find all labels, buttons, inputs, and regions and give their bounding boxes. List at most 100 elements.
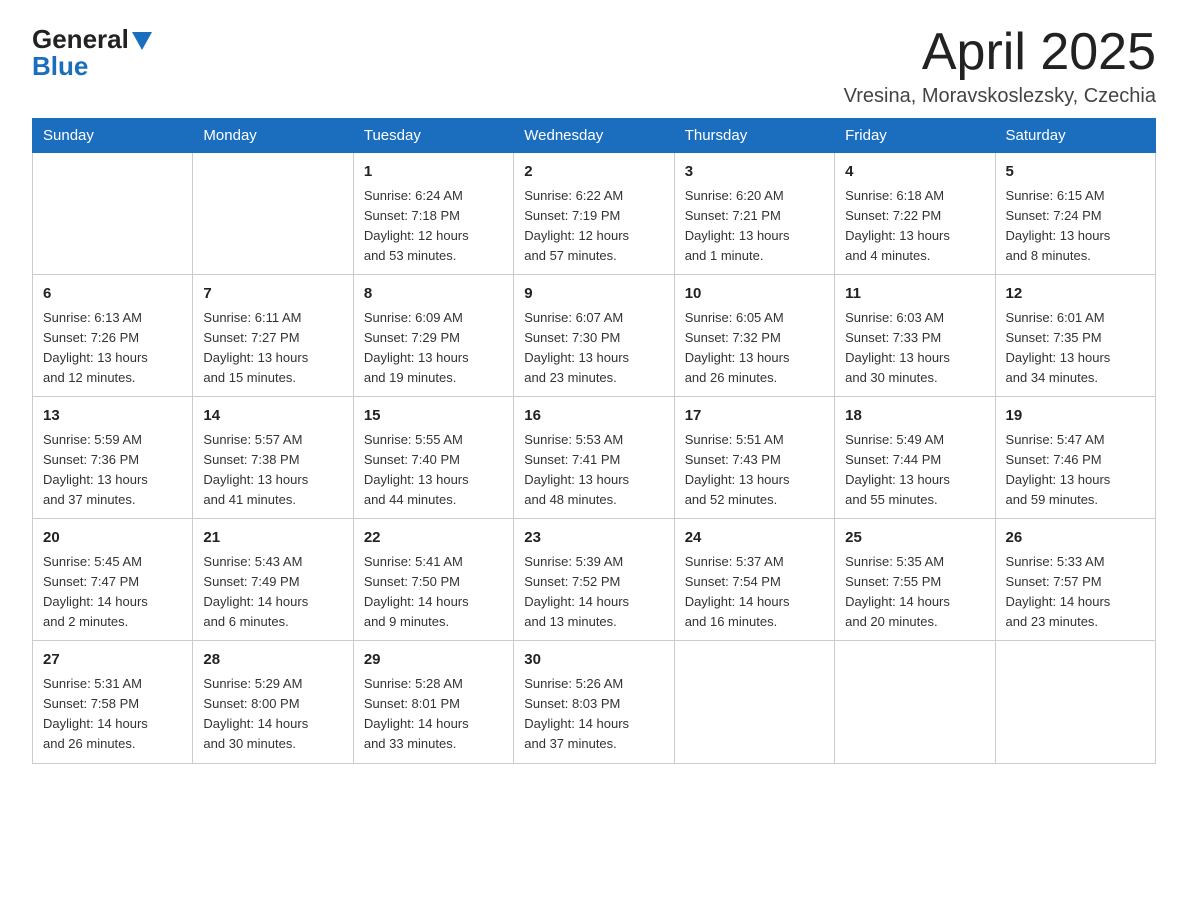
day-info: Sunrise: 6:20 AM Sunset: 7:21 PM Dayligh… — [685, 186, 824, 267]
day-number: 17 — [685, 405, 824, 428]
day-info: Sunrise: 5:29 AM Sunset: 8:00 PM Dayligh… — [203, 674, 342, 755]
day-number: 16 — [524, 405, 663, 428]
calendar-cell-w3-d4: 16Sunrise: 5:53 AM Sunset: 7:41 PM Dayli… — [514, 397, 674, 519]
calendar-cell-w5-d4: 30Sunrise: 5:26 AM Sunset: 8:03 PM Dayli… — [514, 641, 674, 763]
calendar-cell-w5-d6 — [835, 641, 995, 763]
calendar-cell-w1-d2 — [193, 153, 353, 275]
day-info: Sunrise: 6:05 AM Sunset: 7:32 PM Dayligh… — [685, 308, 824, 389]
day-info: Sunrise: 6:15 AM Sunset: 7:24 PM Dayligh… — [1006, 186, 1145, 267]
calendar-cell-w5-d5 — [674, 641, 834, 763]
header-thursday: Thursday — [674, 119, 834, 153]
week-row-4: 20Sunrise: 5:45 AM Sunset: 7:47 PM Dayli… — [33, 519, 1156, 641]
day-info: Sunrise: 5:31 AM Sunset: 7:58 PM Dayligh… — [43, 674, 182, 755]
week-row-5: 27Sunrise: 5:31 AM Sunset: 7:58 PM Dayli… — [33, 641, 1156, 763]
day-number: 9 — [524, 283, 663, 306]
day-number: 28 — [203, 649, 342, 672]
calendar-cell-w3-d2: 14Sunrise: 5:57 AM Sunset: 7:38 PM Dayli… — [193, 397, 353, 519]
day-number: 23 — [524, 527, 663, 550]
week-row-3: 13Sunrise: 5:59 AM Sunset: 7:36 PM Dayli… — [33, 397, 1156, 519]
header-friday: Friday — [835, 119, 995, 153]
day-number: 10 — [685, 283, 824, 306]
calendar-cell-w2-d5: 10Sunrise: 6:05 AM Sunset: 7:32 PM Dayli… — [674, 275, 834, 397]
calendar-table: Sunday Monday Tuesday Wednesday Thursday… — [32, 118, 1156, 763]
day-info: Sunrise: 6:09 AM Sunset: 7:29 PM Dayligh… — [364, 308, 503, 389]
calendar-cell-w2-d6: 11Sunrise: 6:03 AM Sunset: 7:33 PM Dayli… — [835, 275, 995, 397]
day-number: 12 — [1006, 283, 1145, 306]
day-number: 26 — [1006, 527, 1145, 550]
header-sunday: Sunday — [33, 119, 193, 153]
day-info: Sunrise: 5:26 AM Sunset: 8:03 PM Dayligh… — [524, 674, 663, 755]
calendar-cell-w3-d6: 18Sunrise: 5:49 AM Sunset: 7:44 PM Dayli… — [835, 397, 995, 519]
calendar-cell-w1-d1 — [33, 153, 193, 275]
day-info: Sunrise: 5:51 AM Sunset: 7:43 PM Dayligh… — [685, 430, 824, 511]
day-number: 19 — [1006, 405, 1145, 428]
title-block: April 2025 Vresina, Moravskoslezsky, Cze… — [844, 24, 1156, 108]
day-info: Sunrise: 5:33 AM Sunset: 7:57 PM Dayligh… — [1006, 552, 1145, 633]
day-number: 4 — [845, 161, 984, 184]
calendar-cell-w1-d4: 2Sunrise: 6:22 AM Sunset: 7:19 PM Daylig… — [514, 153, 674, 275]
calendar-cell-w5-d7 — [995, 641, 1155, 763]
day-info: Sunrise: 5:59 AM Sunset: 7:36 PM Dayligh… — [43, 430, 182, 511]
logo-blue-text: Blue — [32, 51, 88, 82]
day-info: Sunrise: 6:13 AM Sunset: 7:26 PM Dayligh… — [43, 308, 182, 389]
logo-triangle-icon — [132, 32, 152, 52]
calendar-cell-w3-d1: 13Sunrise: 5:59 AM Sunset: 7:36 PM Dayli… — [33, 397, 193, 519]
day-info: Sunrise: 5:55 AM Sunset: 7:40 PM Dayligh… — [364, 430, 503, 511]
weekday-header-row: Sunday Monday Tuesday Wednesday Thursday… — [33, 119, 1156, 153]
calendar-cell-w3-d5: 17Sunrise: 5:51 AM Sunset: 7:43 PM Dayli… — [674, 397, 834, 519]
header-monday: Monday — [193, 119, 353, 153]
day-info: Sunrise: 6:11 AM Sunset: 7:27 PM Dayligh… — [203, 308, 342, 389]
day-info: Sunrise: 5:37 AM Sunset: 7:54 PM Dayligh… — [685, 552, 824, 633]
calendar-cell-w4-d7: 26Sunrise: 5:33 AM Sunset: 7:57 PM Dayli… — [995, 519, 1155, 641]
calendar-cell-w2-d1: 6Sunrise: 6:13 AM Sunset: 7:26 PM Daylig… — [33, 275, 193, 397]
day-number: 24 — [685, 527, 824, 550]
day-number: 3 — [685, 161, 824, 184]
day-info: Sunrise: 5:47 AM Sunset: 7:46 PM Dayligh… — [1006, 430, 1145, 511]
calendar-cell-w3-d3: 15Sunrise: 5:55 AM Sunset: 7:40 PM Dayli… — [353, 397, 513, 519]
header-saturday: Saturday — [995, 119, 1155, 153]
calendar-cell-w1-d3: 1Sunrise: 6:24 AM Sunset: 7:18 PM Daylig… — [353, 153, 513, 275]
day-info: Sunrise: 5:35 AM Sunset: 7:55 PM Dayligh… — [845, 552, 984, 633]
day-info: Sunrise: 6:18 AM Sunset: 7:22 PM Dayligh… — [845, 186, 984, 267]
logo: General Blue — [32, 24, 152, 82]
day-info: Sunrise: 5:28 AM Sunset: 8:01 PM Dayligh… — [364, 674, 503, 755]
day-info: Sunrise: 6:24 AM Sunset: 7:18 PM Dayligh… — [364, 186, 503, 267]
day-number: 30 — [524, 649, 663, 672]
header-wednesday: Wednesday — [514, 119, 674, 153]
day-info: Sunrise: 5:45 AM Sunset: 7:47 PM Dayligh… — [43, 552, 182, 633]
calendar-cell-w3-d7: 19Sunrise: 5:47 AM Sunset: 7:46 PM Dayli… — [995, 397, 1155, 519]
day-number: 15 — [364, 405, 503, 428]
calendar-cell-w4-d4: 23Sunrise: 5:39 AM Sunset: 7:52 PM Dayli… — [514, 519, 674, 641]
calendar-cell-w5-d3: 29Sunrise: 5:28 AM Sunset: 8:01 PM Dayli… — [353, 641, 513, 763]
location-title: Vresina, Moravskoslezsky, Czechia — [844, 85, 1156, 108]
day-number: 7 — [203, 283, 342, 306]
day-number: 25 — [845, 527, 984, 550]
calendar-cell-w1-d5: 3Sunrise: 6:20 AM Sunset: 7:21 PM Daylig… — [674, 153, 834, 275]
day-info: Sunrise: 5:49 AM Sunset: 7:44 PM Dayligh… — [845, 430, 984, 511]
calendar-cell-w2-d4: 9Sunrise: 6:07 AM Sunset: 7:30 PM Daylig… — [514, 275, 674, 397]
day-number: 27 — [43, 649, 182, 672]
calendar-cell-w2-d7: 12Sunrise: 6:01 AM Sunset: 7:35 PM Dayli… — [995, 275, 1155, 397]
day-number: 20 — [43, 527, 182, 550]
calendar-cell-w1-d7: 5Sunrise: 6:15 AM Sunset: 7:24 PM Daylig… — [995, 153, 1155, 275]
calendar-cell-w4-d6: 25Sunrise: 5:35 AM Sunset: 7:55 PM Dayli… — [835, 519, 995, 641]
day-info: Sunrise: 5:53 AM Sunset: 7:41 PM Dayligh… — [524, 430, 663, 511]
day-info: Sunrise: 6:03 AM Sunset: 7:33 PM Dayligh… — [845, 308, 984, 389]
day-info: Sunrise: 5:39 AM Sunset: 7:52 PM Dayligh… — [524, 552, 663, 633]
calendar-cell-w4-d2: 21Sunrise: 5:43 AM Sunset: 7:49 PM Dayli… — [193, 519, 353, 641]
day-info: Sunrise: 6:01 AM Sunset: 7:35 PM Dayligh… — [1006, 308, 1145, 389]
month-title: April 2025 — [844, 24, 1156, 81]
day-number: 18 — [845, 405, 984, 428]
calendar-cell-w4-d3: 22Sunrise: 5:41 AM Sunset: 7:50 PM Dayli… — [353, 519, 513, 641]
calendar-cell-w5-d1: 27Sunrise: 5:31 AM Sunset: 7:58 PM Dayli… — [33, 641, 193, 763]
day-number: 5 — [1006, 161, 1145, 184]
day-number: 21 — [203, 527, 342, 550]
day-number: 29 — [364, 649, 503, 672]
day-number: 11 — [845, 283, 984, 306]
day-info: Sunrise: 6:22 AM Sunset: 7:19 PM Dayligh… — [524, 186, 663, 267]
day-info: Sunrise: 5:57 AM Sunset: 7:38 PM Dayligh… — [203, 430, 342, 511]
week-row-1: 1Sunrise: 6:24 AM Sunset: 7:18 PM Daylig… — [33, 153, 1156, 275]
page-header: General Blue April 2025 Vresina, Moravsk… — [32, 24, 1156, 108]
day-info: Sunrise: 5:43 AM Sunset: 7:49 PM Dayligh… — [203, 552, 342, 633]
day-info: Sunrise: 6:07 AM Sunset: 7:30 PM Dayligh… — [524, 308, 663, 389]
